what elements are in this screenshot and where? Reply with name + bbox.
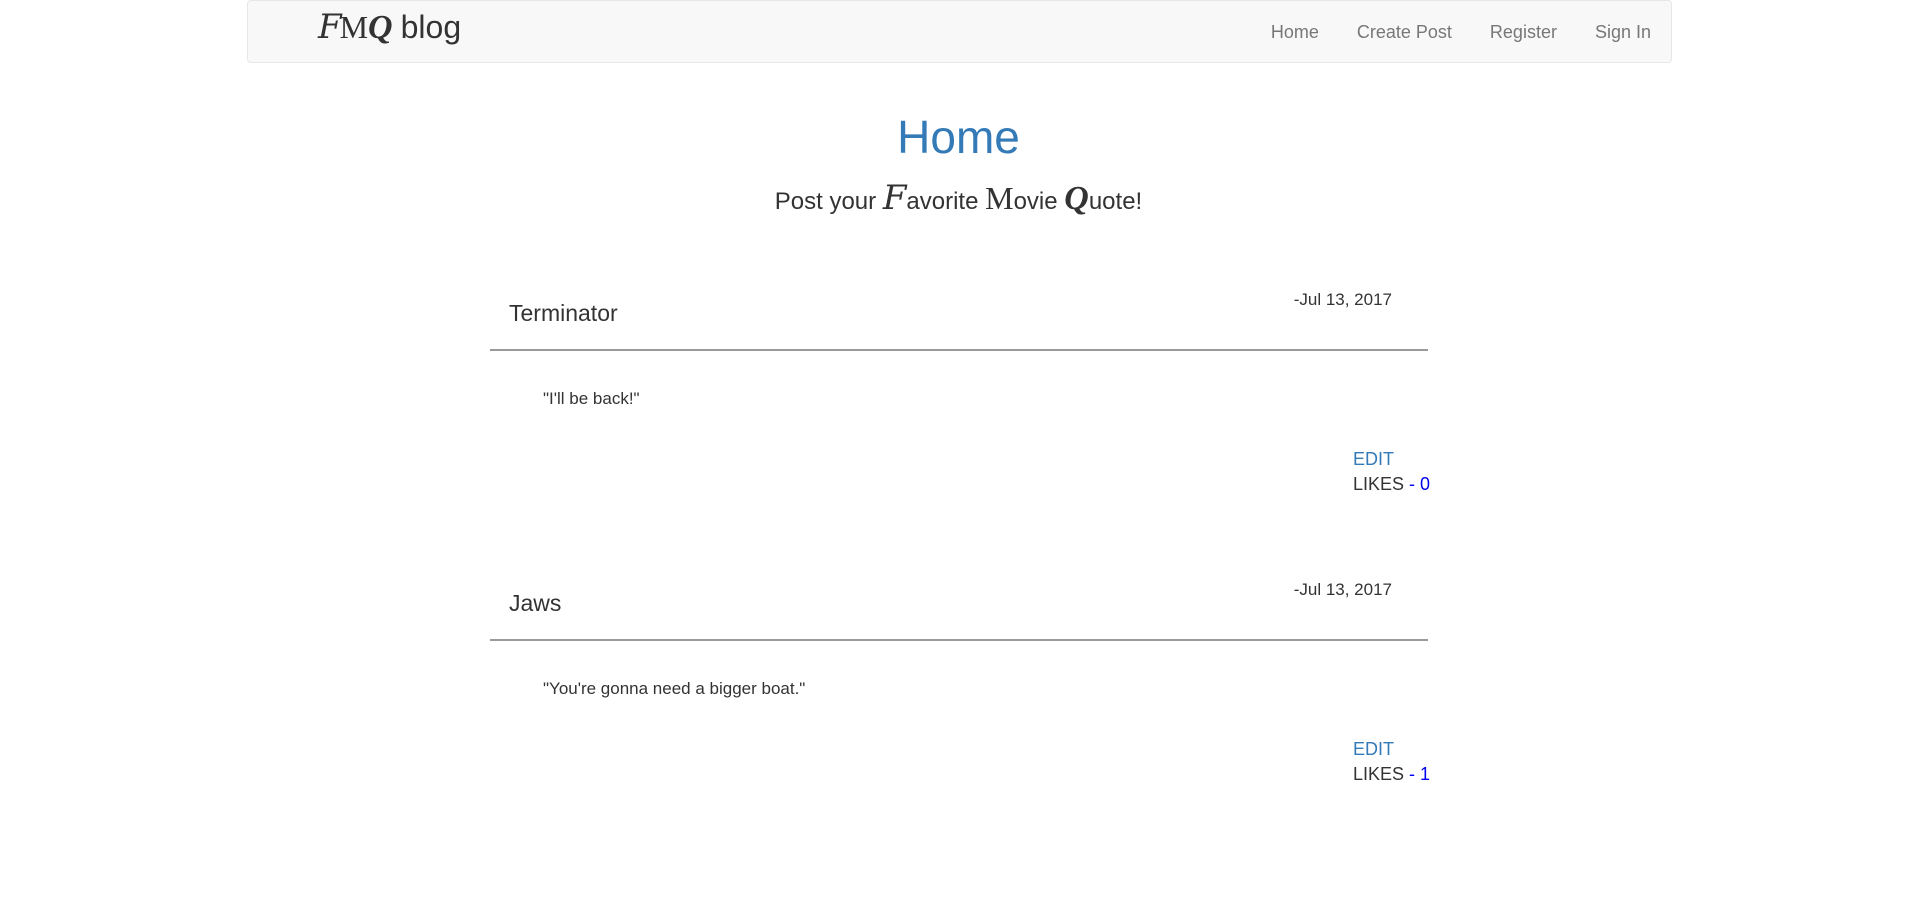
post-date: -Jul 13, 2017 <box>1293 580 1392 599</box>
post-card: Jaws -Jul 13, 2017 "You're gonna need a … <box>490 576 1430 816</box>
likes-sep: - <box>1404 474 1421 494</box>
subtitle-letter-q: Q <box>1064 180 1089 217</box>
subtitle-word-ovie: ovie <box>1013 188 1065 215</box>
brand-logo-link[interactable]: F M Q blog <box>318 7 461 49</box>
post-title: Terminator <box>509 300 618 326</box>
brand-letter-q: Q <box>368 9 393 46</box>
nav-home-link[interactable]: Home <box>1271 22 1319 43</box>
subtitle-letter-f: F <box>882 178 907 218</box>
nav-register-link[interactable]: Register <box>1490 22 1557 43</box>
page-title: Home <box>897 111 1020 163</box>
likes-counter[interactable]: LIKES - 0 <box>1353 474 1430 495</box>
likes-counter[interactable]: LIKES - 1 <box>1353 764 1430 785</box>
brand-text: blog <box>400 9 462 45</box>
edit-post-link[interactable]: EDIT <box>1353 449 1394 470</box>
nav-links: Home Create Post Register Sign In <box>1233 1 1651 64</box>
likes-label: LIKES <box>1353 764 1405 784</box>
likes-sep: - <box>1404 764 1421 784</box>
likes-label: LIKES <box>1353 474 1405 494</box>
nav-create-post-link[interactable]: Create Post <box>1357 22 1452 43</box>
likes-count: 1 <box>1420 764 1431 784</box>
nav-sign-in-link[interactable]: Sign In <box>1595 22 1651 43</box>
post-card: Terminator -Jul 13, 2017 "I'll be back!"… <box>490 286 1430 526</box>
likes-count: 0 <box>1420 474 1431 494</box>
brand-letter-m: M <box>339 9 369 45</box>
subtitle-word-uote: uote! <box>1088 188 1143 215</box>
edit-post-link[interactable]: EDIT <box>1353 739 1394 760</box>
brand-letter-f: F <box>318 7 342 47</box>
post-divider <box>490 639 1428 641</box>
post-date: -Jul 13, 2017 <box>1293 290 1392 309</box>
subtitle-letter-m: M <box>985 180 1014 216</box>
post-title: Jaws <box>509 590 562 616</box>
subtitle-prefix: Post your <box>774 188 883 215</box>
post-quote: "You're gonna need a bigger boat." <box>543 679 806 698</box>
post-quote: "I'll be back!" <box>543 389 640 408</box>
top-navbar: F M Q blog Home Create Post Register Sig… <box>247 0 1672 63</box>
post-divider <box>490 349 1428 351</box>
page-subtitle: Post your Favorite Movie Quote! <box>0 178 1917 218</box>
subtitle-word-avorite: avorite <box>906 188 986 215</box>
